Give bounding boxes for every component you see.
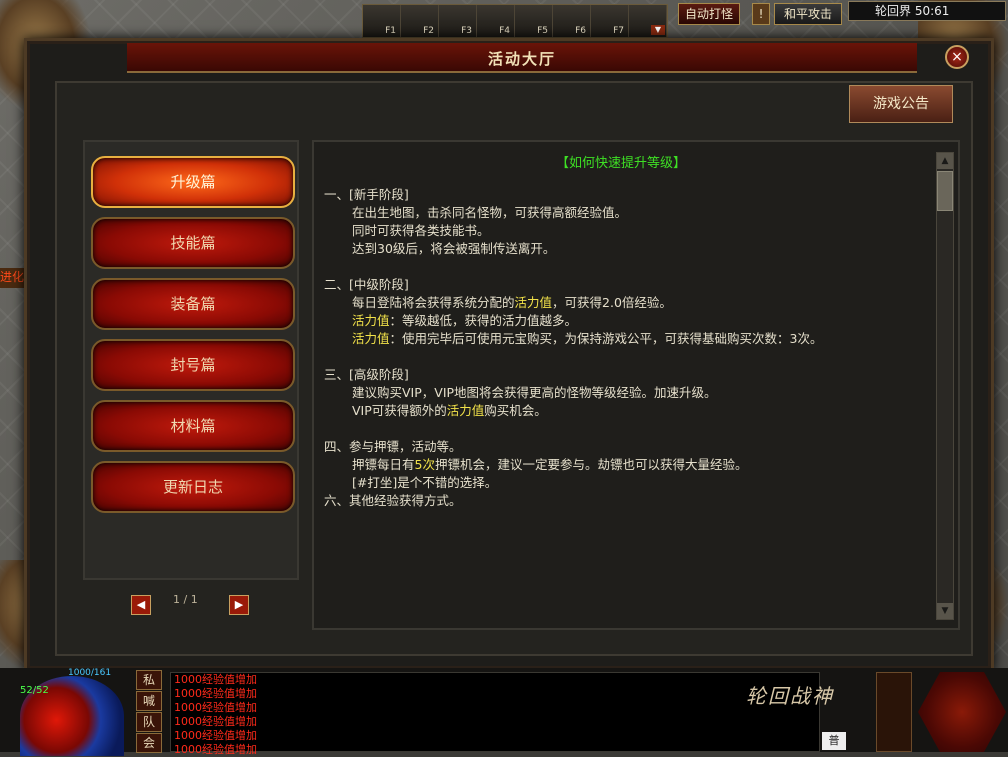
- channel-private-button[interactable]: 私: [136, 670, 162, 690]
- skill-hotbar: F1 F2 F3 F4 F5 F6 F7 F8 ▼: [362, 4, 668, 38]
- text-span: 购买机会。: [484, 403, 547, 418]
- highlight-text: 5次: [414, 457, 435, 472]
- section-heading: 一、[新手阶段]: [324, 186, 914, 204]
- text-span: 押镖机会，建议一定要参与。劫镖也可以获得大量经验。: [434, 457, 748, 472]
- highlight-text: 活力值: [446, 403, 485, 418]
- chat-line: 1000经验值增加: [174, 715, 257, 728]
- section-heading: 六、其他经验获得方式。: [324, 493, 462, 508]
- chat-line: 1000经验值增加: [174, 673, 257, 686]
- category-menu: 升级篇 技能篇 装备篇 封号篇 材料篇 更新日志: [83, 140, 299, 580]
- alert-icon[interactable]: !: [752, 3, 770, 25]
- hotkey-label: F1: [385, 26, 396, 36]
- hotbar-slot[interactable]: F2: [401, 5, 439, 37]
- window-title: 活动大厅: [487, 50, 556, 68]
- guide-line: [#打坐]是个不错的选择。: [352, 475, 498, 490]
- hotkey-label: F5: [537, 26, 548, 36]
- scroll-thumb[interactable]: [937, 171, 953, 211]
- guide-line: 押镖每日有5次押镖机会，建议一定要参与。劫镖也可以获得大量经验。: [324, 456, 914, 474]
- guide-line: 每日登陆将会获得系统分配的活力值，可获得2.0倍经验。: [324, 294, 914, 312]
- hotkey-label: F6: [575, 26, 586, 36]
- auto-fight-button[interactable]: 自动打怪: [678, 3, 740, 25]
- server-time-display: 轮回界 50:61: [848, 1, 1006, 21]
- guide-line: 达到30级后，将会被强制传送离开。: [352, 241, 556, 256]
- guide-title: 【如何快速提升等级】: [555, 156, 686, 171]
- guide-line: VIP可获得额外的活力值购买机会。: [324, 402, 914, 420]
- section-heading: 四、参与押镖，活动等。: [324, 439, 462, 454]
- hotbar-expand-icon[interactable]: ▼: [651, 25, 665, 35]
- activity-hall-window: 活动大厅 × 游戏公告 升级篇 技能篇 装备篇 封号篇 材料篇 更新日志 ◀ 1…: [24, 38, 994, 672]
- section-heading: 二、[中级阶段]: [324, 276, 914, 294]
- highlight-text: 活力值: [352, 313, 390, 328]
- guide-text: 一、[新手阶段] 在出生地图，击杀同名怪物，可获得高额经验值。 同时可获得各类技…: [324, 186, 914, 510]
- game-notice-button[interactable]: 游戏公告: [849, 85, 953, 123]
- section-heading: 三、[高级阶段]: [324, 366, 914, 384]
- guide-line: 建议购买VIP，VIP地图将会获得更高的怪物等级经验。加速升级。: [352, 385, 717, 400]
- menu-item-equipment[interactable]: 装备篇: [91, 278, 295, 330]
- hotbar-slot[interactable]: F7: [591, 5, 629, 37]
- channel-shout-button[interactable]: 喊: [136, 691, 162, 711]
- hotbar-slot[interactable]: F3: [439, 5, 477, 37]
- hotbar-slot[interactable]: F6: [553, 5, 591, 37]
- close-icon[interactable]: ×: [945, 45, 969, 69]
- content-scrollbar[interactable]: ▲ ▼: [936, 152, 954, 620]
- highlight-text: 活力值: [514, 295, 553, 310]
- hp-value: 52/52: [20, 685, 49, 696]
- game-logo: 轮回战神: [746, 684, 834, 708]
- hotbar-slot[interactable]: F1: [363, 5, 401, 37]
- heading-text: 二、[中级阶段]: [324, 277, 409, 292]
- channel-guild-button[interactable]: 会: [136, 733, 162, 753]
- chat-line: 1000经验值增加: [174, 687, 257, 700]
- chat-line: 1000经验值增加: [174, 729, 257, 742]
- text-span: ：等级越低，获得的活力值越多。: [389, 313, 578, 328]
- hotkey-label: F7: [613, 26, 624, 36]
- prev-page-icon[interactable]: ◀: [131, 595, 151, 615]
- guide-line: 活力值：等级越低，获得的活力值越多。: [324, 312, 914, 330]
- text-span: ，可获得2.0倍经验。: [552, 295, 672, 310]
- menu-item-changelog[interactable]: 更新日志: [91, 461, 295, 513]
- chat-channel-selector[interactable]: 普: [822, 732, 846, 750]
- chat-line: 1000经验值增加: [174, 701, 257, 714]
- highlight-text: 活力值: [352, 331, 390, 346]
- hotbar-slot[interactable]: F4: [477, 5, 515, 37]
- next-page-icon[interactable]: ▶: [229, 595, 249, 615]
- guide-line: 在出生地图，击杀同名怪物，可获得高额经验值。: [352, 205, 628, 220]
- chat-log[interactable]: 1000经验值增加 1000经验值增加 1000经验值增加 1000经验值增加 …: [170, 672, 820, 756]
- menu-item-skills[interactable]: 技能篇: [91, 217, 295, 269]
- menu-item-level-up[interactable]: 升级篇: [91, 156, 295, 208]
- guide-content-panel: 【如何快速提升等级】 一、[新手阶段] 在出生地图，击杀同名怪物，可获得高额经验…: [312, 140, 960, 630]
- hotkey-label: F3: [461, 26, 472, 36]
- hotbar-slot[interactable]: F5: [515, 5, 553, 37]
- menu-item-materials[interactable]: 材料篇: [91, 400, 295, 452]
- heading-text: 一、[新手阶段]: [324, 187, 409, 202]
- guide-line: 活力值：使用完毕后可使用元宝购买，为保持游戏公平，可获得基础购买次数：3次。: [324, 330, 914, 348]
- hotkey-label: F2: [423, 26, 434, 36]
- window-title-bar[interactable]: 活动大厅: [127, 43, 917, 73]
- page-indicator: 1 / 1: [173, 593, 198, 606]
- hotkey-label: F4: [499, 26, 510, 36]
- text-span: ：使用完毕后可使用元宝购买，为保持游戏公平，可获得基础购买次数：3次。: [389, 331, 823, 346]
- function-icons[interactable]: [876, 672, 912, 752]
- menu-item-titles[interactable]: 封号篇: [91, 339, 295, 391]
- scroll-up-icon[interactable]: ▲: [937, 153, 953, 169]
- text-span: 押镖每日有: [352, 457, 415, 472]
- scroll-down-icon[interactable]: ▼: [937, 603, 953, 619]
- channel-team-button[interactable]: 队: [136, 712, 162, 732]
- text-span: 每日登陆将会获得系统分配的: [352, 295, 515, 310]
- attack-mode-button[interactable]: 和平攻击: [774, 3, 842, 25]
- text-span: VIP可获得额外的: [352, 403, 447, 418]
- guide-line: 同时可获得各类技能书。: [352, 223, 490, 238]
- chat-line: 1000经验值增加: [174, 743, 257, 756]
- mp-value: 1000/161: [68, 668, 112, 678]
- heading-text: 三、[高级阶段]: [324, 367, 409, 382]
